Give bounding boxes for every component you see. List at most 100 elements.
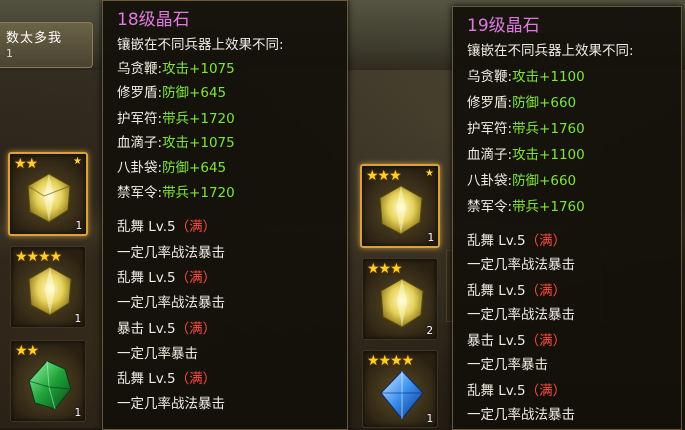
effect-stat: 带兵+1760: [512, 199, 585, 215]
item-count: 1: [75, 219, 82, 232]
effect-item: 禁军令:: [117, 185, 163, 201]
skill-row: 乱舞 Lv.5（满）: [117, 367, 216, 387]
skill-name: 暴击 Lv.5: [117, 321, 176, 337]
effect-stat: 带兵+1720: [162, 185, 235, 201]
skill-name: 乱舞 Lv.5: [467, 283, 526, 299]
effect-row: 八卦袋:防御+660: [467, 169, 576, 189]
yellow-crystal-icon: [28, 266, 72, 316]
tooltip-intro: 镶嵌在不同兵器上效果不同:: [467, 43, 634, 59]
skill-desc: 一定几率战法暴击: [117, 396, 225, 412]
effect-row: 修罗盾:防御+645: [117, 81, 226, 101]
effect-stat: 防御+645: [162, 85, 227, 101]
effect-item: 血滴子:: [467, 147, 513, 163]
skill-name: 乱舞 Lv.5: [117, 270, 176, 286]
gem-slot[interactable]: ★★★★ 1: [10, 246, 86, 328]
skill-name: 乱舞 Lv.5: [467, 233, 526, 249]
skill-desc: 一定几率战法暴击: [117, 245, 225, 261]
effect-stat: 带兵+1760: [512, 121, 585, 137]
effect-item: 乌贪鞭:: [467, 69, 513, 85]
effect-item: 修罗盾:: [467, 95, 513, 111]
item-count: 1: [427, 231, 434, 244]
star-badge-icon: ★: [73, 156, 82, 167]
effect-row: 八卦袋:防御+645: [117, 156, 226, 176]
skill-row: 乱舞 Lv.5（满）: [467, 279, 566, 299]
star-rating: ★★★★: [15, 249, 62, 265]
skill-max-tag: （满）: [525, 333, 567, 349]
gem-slot[interactable]: ★★ 1: [10, 340, 86, 422]
tooltip-title: 18级晶石: [117, 10, 190, 30]
tooltip-intro: 镶嵌在不同兵器上效果不同:: [117, 37, 284, 53]
skill-max-tag: （满）: [175, 321, 217, 337]
effect-row: 禁军令:带兵+1720: [117, 181, 235, 201]
gem-slot[interactable]: ★★ ★ 1: [8, 152, 88, 236]
skill-row: 暴击 Lv.5（满）: [117, 317, 216, 337]
star-rating: ★★: [14, 156, 38, 172]
star-rating: ★★★: [367, 261, 403, 277]
item-count: 2: [426, 324, 433, 337]
effect-item: 护军符:: [117, 111, 163, 127]
yellow-crystal-icon: [27, 173, 71, 223]
skill-desc: 一定几率战法暴击: [467, 257, 575, 273]
gem-slot[interactable]: ★★★★ 1: [362, 350, 438, 428]
item-count: 1: [74, 406, 81, 419]
effect-row: 乌贪鞭:攻击+1075: [117, 57, 235, 77]
item-tooltip: 18级晶石 镶嵌在不同兵器上效果不同: 乌贪鞭:攻击+1075 修罗盾:防御+6…: [102, 0, 348, 430]
skill-desc: 一定几率战法暴击: [117, 295, 225, 311]
player-name-tab[interactable]: 数太多我 1: [0, 22, 93, 68]
effect-stat: 带兵+1720: [162, 111, 235, 127]
blue-crystal-icon: [380, 370, 424, 420]
star-rating: ★★: [15, 343, 39, 359]
skill-max-tag: （满）: [525, 283, 567, 299]
skill-max-tag: （满）: [525, 383, 567, 399]
effect-stat: 攻击+1075: [162, 135, 235, 151]
skill-max-tag: （满）: [175, 270, 217, 286]
skill-desc: 一定几率暴击: [467, 357, 548, 373]
player-sub-value: 1: [6, 47, 13, 60]
gem-slot[interactable]: ★★★ 2: [362, 258, 438, 340]
skill-name: 乱舞 Lv.5: [117, 371, 176, 387]
effect-item: 修罗盾:: [117, 85, 163, 101]
effect-row: 血滴子:攻击+1100: [467, 143, 585, 163]
yellow-crystal-icon: [380, 278, 424, 328]
skill-row: 乱舞 Lv.5（满）: [117, 266, 216, 286]
player-name: 数太多我: [6, 31, 63, 46]
item-count: 1: [74, 312, 81, 325]
skill-max-tag: （满）: [175, 371, 217, 387]
effect-row: 护军符:带兵+1760: [467, 117, 585, 137]
skill-desc: 一定几率战法暴击: [467, 407, 575, 423]
effect-row: 护军符:带兵+1720: [117, 107, 235, 127]
effect-item: 八卦袋:: [467, 173, 513, 189]
effect-stat: 防御+660: [512, 95, 577, 111]
effect-item: 八卦袋:: [117, 160, 163, 176]
tooltip-title: 19级晶石: [467, 16, 540, 36]
yellow-crystal-icon: [379, 185, 423, 235]
effect-item: 护军符:: [467, 121, 513, 137]
effect-stat: 攻击+1100: [512, 147, 585, 163]
skill-max-tag: （满）: [175, 219, 217, 235]
effect-stat: 攻击+1075: [162, 61, 235, 77]
effect-item: 禁军令:: [467, 199, 513, 215]
effect-stat: 防御+645: [162, 160, 227, 176]
skill-max-tag: （满）: [525, 233, 567, 249]
effect-row: 血滴子:攻击+1075: [117, 131, 235, 151]
star-badge-icon: ★: [425, 168, 434, 179]
skill-name: 乱舞 Lv.5: [117, 219, 176, 235]
skill-row: 乱舞 Lv.5（满）: [117, 215, 216, 235]
skill-row: 乱舞 Lv.5（满）: [467, 379, 566, 399]
item-tooltip: 19级晶石 镶嵌在不同兵器上效果不同: 乌贪鞭:攻击+1100 修罗盾:防御+6…: [452, 6, 682, 430]
skill-name: 乱舞 Lv.5: [467, 383, 526, 399]
skill-desc: 一定几率暴击: [117, 346, 198, 362]
skill-row: 暴击 Lv.5（满）: [467, 329, 566, 349]
gem-slot[interactable]: ★★★ ★ 1: [360, 164, 440, 248]
effect-item: 血滴子:: [117, 135, 163, 151]
skill-name: 暴击 Lv.5: [467, 333, 526, 349]
effect-row: 修罗盾:防御+660: [467, 91, 576, 111]
effect-stat: 攻击+1100: [512, 69, 585, 85]
star-rating: ★★★: [366, 168, 402, 184]
skill-row: 乱舞 Lv.5（满）: [467, 229, 566, 249]
item-count: 1: [426, 412, 433, 425]
effect-row: 禁军令:带兵+1760: [467, 195, 585, 215]
green-crystal-icon: [28, 360, 72, 410]
star-rating: ★★★★: [367, 353, 414, 369]
effect-row: 乌贪鞭:攻击+1100: [467, 65, 585, 85]
